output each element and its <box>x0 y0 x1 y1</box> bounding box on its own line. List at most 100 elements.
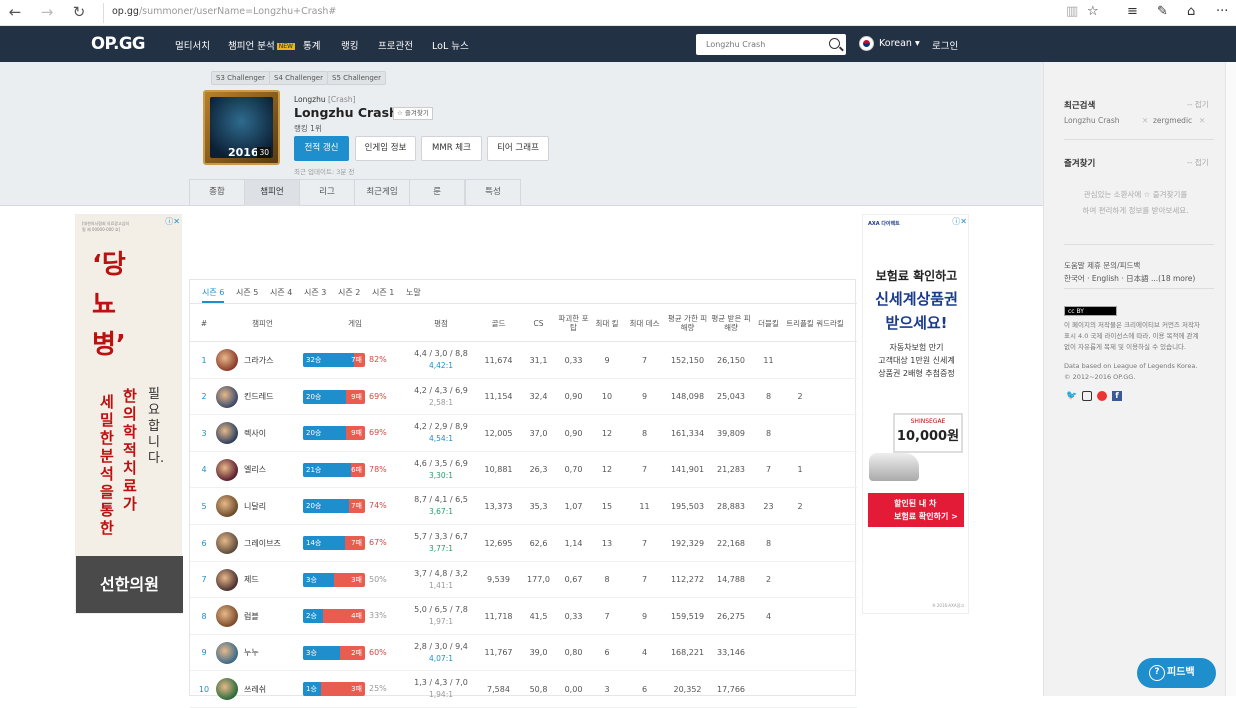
champion-cell[interactable]: 럼블 <box>216 598 316 634</box>
column-header[interactable]: 더블킬 <box>752 304 785 342</box>
table-row[interactable]: 8 럼블 2승 4패 33% 5,0 / 6,5 / 7,8 1,97:1 11,718 41,… <box>190 598 857 635</box>
tab-league[interactable]: 리그 <box>299 179 355 206</box>
kda-ratio: 1,97:1 <box>429 617 453 627</box>
ladder-rank[interactable]: 랭킹 1위 <box>294 123 322 134</box>
refresh-icon[interactable]: ↻ <box>68 3 90 23</box>
column-header[interactable]: CS <box>520 304 557 342</box>
search-icon[interactable] <box>829 38 840 49</box>
mmr-button[interactable]: MMR 체크 <box>421 136 482 161</box>
forward-icon[interactable]: → <box>36 3 58 23</box>
main-content: S3 Challenger S4 Challenger S5 Challenge… <box>0 62 1043 708</box>
ad-close-icon[interactable]: ⓘ✕ <box>952 216 967 227</box>
recent-collapse[interactable]: -- 접기 <box>1187 99 1209 110</box>
season-tab-normal[interactable]: 노말 <box>406 287 421 298</box>
summoner-search-input[interactable]: Longzhu Crash <box>696 34 846 55</box>
stat-cs: 32,4 <box>529 392 548 402</box>
page-scrollbar[interactable] <box>1225 62 1236 696</box>
ad-close-icon[interactable]: ⓘ✕ <box>165 216 180 227</box>
opgg-logo[interactable]: OP.GG <box>91 34 145 53</box>
stat-gold: 11,718 <box>484 611 513 621</box>
ingame-button[interactable]: 인게임 정보 <box>355 136 416 161</box>
season-tab-6[interactable]: 시즌 6 <box>202 287 225 303</box>
feedback-button[interactable]: 피드백 <box>1137 658 1216 688</box>
refresh-button[interactable]: 전적 갱신 <box>294 136 349 161</box>
champion-cell[interactable]: 쓰레쉬 <box>216 671 316 707</box>
winrate-percent: 74% <box>369 501 387 511</box>
table-row[interactable]: 9 누누 3승 2패 60% 2,8 / 3,0 / 9,4 4,07:1 11,767 39,… <box>190 635 857 672</box>
instagram-icon[interactable] <box>1082 391 1092 401</box>
more-icon[interactable]: ··· <box>1216 4 1228 20</box>
column-header[interactable]: # <box>190 304 218 342</box>
column-header[interactable]: 최대 킬 <box>590 304 624 342</box>
tier-graph-button[interactable]: 티어 그래프 <box>487 136 549 161</box>
champion-cell[interactable]: 누누 <box>216 635 316 671</box>
champion-cell[interactable]: 그레이브즈 <box>216 525 316 561</box>
season-tab-2[interactable]: 시즌 2 <box>338 287 360 298</box>
nav-stats[interactable]: 통계 <box>303 38 320 52</box>
favorites-collapse[interactable]: -- 접기 <box>1187 157 1209 168</box>
close-icon[interactable]: ✕ <box>1142 116 1148 125</box>
losses-count: 7패 <box>351 539 362 547</box>
column-header[interactable]: 트리플킬 <box>785 304 815 342</box>
champion-cell[interactable]: 렉사이 <box>216 415 316 451</box>
table-row[interactable]: 7 제드 3승 3패 50% 3,7 / 4,8 / 3,2 1,41:1 9,539 177,… <box>190 562 857 599</box>
season-tab-4[interactable]: 시즌 4 <box>270 287 292 298</box>
footer-links[interactable]: 도움말 제휴 문의/피드백 <box>1064 260 1140 271</box>
table-row[interactable]: 2 킨드레드 20승 9패 69% 4,2 / 4,3 / 6,9 2,58:1 11,154… <box>190 379 857 416</box>
facebook-icon[interactable]: f <box>1112 391 1122 401</box>
column-header[interactable]: 게임 <box>305 304 405 342</box>
column-header[interactable]: 파괴한 포탑 <box>557 304 590 342</box>
season-tab-5[interactable]: 시즌 5 <box>236 287 258 298</box>
tab-champions[interactable]: 챔피언 <box>244 179 300 206</box>
nav-pro-spectate[interactable]: 프로관전 <box>378 38 413 52</box>
season-tab-1[interactable]: 시즌 1 <box>372 287 394 298</box>
table-row[interactable]: 10 쓰레쉬 1승 3패 25% 1,3 / 4,3 / 7,0 1,94:1 7,584 50… <box>190 671 857 708</box>
nav-ranking[interactable]: 랭킹 <box>341 38 358 52</box>
column-header[interactable]: 쿼드라킬 <box>815 304 845 342</box>
nav-lol-news[interactable]: LoL 뉴스 <box>432 38 469 52</box>
tab-masteries[interactable]: 특성 <box>465 179 521 206</box>
table-row[interactable]: 1 그라가스 32승 7패 82% 4,4 / 3,0 / 8,8 4,42:1 11,674… <box>190 342 857 379</box>
cc-license-badge[interactable]: cc BY <box>1064 306 1117 316</box>
share-icon[interactable]: ⌂ <box>1187 4 1195 20</box>
column-header[interactable]: 평균 가한 피해량 <box>665 304 710 342</box>
twitter-icon[interactable]: 🐦 <box>1066 391 1077 401</box>
favorite-star-icon[interactable]: ☆ <box>1087 4 1099 20</box>
column-header[interactable]: 평균 받은 피해량 <box>710 304 752 342</box>
column-header[interactable]: 평점 <box>405 304 477 342</box>
column-header[interactable]: 최대 데스 <box>624 304 665 342</box>
address-bar[interactable]: op.gg/summoner/userName=Longzhu+Crash# <box>103 3 1043 23</box>
tab-runes[interactable]: 룬 <box>409 179 465 206</box>
language-links[interactable]: 한국어 · English · 日本語 ...(18 more) <box>1064 273 1195 284</box>
note-icon[interactable]: ✎ <box>1157 4 1168 20</box>
table-row[interactable]: 5 니달리 20승 7패 74% 8,7 / 4,1 / 6,5 3,67:1 13,373 3… <box>190 488 857 525</box>
champion-cell[interactable]: 킨드레드 <box>216 379 316 415</box>
hub-icon[interactable]: ≡ <box>1127 4 1138 20</box>
tab-recent-games[interactable]: 최근게임 <box>354 179 410 206</box>
season-tab-3[interactable]: 시즌 3 <box>304 287 326 298</box>
table-row[interactable]: 3 렉사이 20승 9패 69% 4,2 / 2,9 / 8,9 4,54:1 12,005 3… <box>190 415 857 452</box>
nav-multisearch[interactable]: 멀티서치 <box>175 38 210 52</box>
champion-cell[interactable]: 엘리스 <box>216 452 316 488</box>
column-header[interactable]: 챔피언 <box>220 304 305 342</box>
recent-item[interactable]: Longzhu Crash <box>1064 116 1120 125</box>
login-link[interactable]: 로그인 <box>932 38 958 52</box>
recent-item[interactable]: zergmedic <box>1153 116 1192 125</box>
champion-cell[interactable]: 니달리 <box>216 488 316 524</box>
back-icon[interactable]: ← <box>4 3 26 23</box>
ad-cta-button[interactable]: 할인된 내 차 보험료 확인하기 > <box>868 493 964 527</box>
weibo-icon[interactable] <box>1097 391 1107 401</box>
champion-cell[interactable]: 제드 <box>216 562 316 598</box>
nav-champion-analysis[interactable]: 챔피언 분석 NEW <box>228 38 295 52</box>
column-header[interactable]: 골드 <box>477 304 520 342</box>
close-icon[interactable]: ✕ <box>1199 116 1205 125</box>
table-row[interactable]: 4 엘리스 21승 6패 78% 4,6 / 3,5 / 6,9 3,30:1 10,881 2… <box>190 452 857 489</box>
right-ad-banner[interactable]: AXA 다이렉트 ⓘ✕ 보험료 확인하고 신세계상품권 받으세요! 자동차보험 … <box>862 214 969 614</box>
language-select[interactable]: Korean ▾ <box>879 38 920 49</box>
table-row[interactable]: 6 그레이브즈 14승 7패 67% 5,7 / 3,3 / 6,7 3,77:1 12,69… <box>190 525 857 562</box>
favorite-button[interactable]: ☆ 즐겨찾기 <box>393 107 433 120</box>
reading-view-icon[interactable]: ▥ <box>1066 4 1078 20</box>
tab-overview[interactable]: 종합 <box>189 179 245 206</box>
champion-cell[interactable]: 그라가스 <box>216 342 316 378</box>
left-ad-banner[interactable]: [대한의사협회 의료광고심의필 제 00000-000 호] ⓘ✕ ‘당뇨병’ … <box>75 214 183 614</box>
